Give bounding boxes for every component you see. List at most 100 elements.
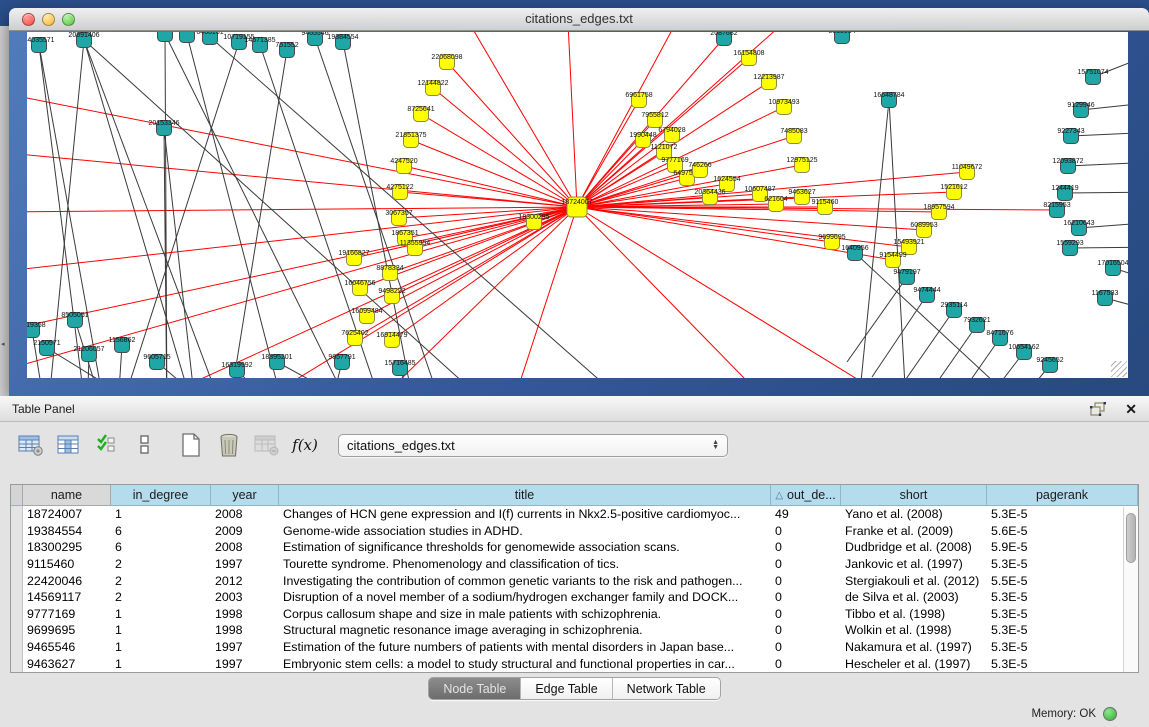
citation-edge-red[interactable] xyxy=(27,207,577,272)
panel-collapse-handle[interactable]: ◂ xyxy=(1,340,5,348)
cell-short: Jankovic et al. (1997) xyxy=(841,556,987,573)
citation-edge-black[interactable] xyxy=(187,35,287,378)
citation-edge-black[interactable] xyxy=(855,253,1037,378)
citation-edge-red[interactable] xyxy=(457,32,577,207)
cell-title: Embryonic stem cells: a model to study s… xyxy=(279,655,771,672)
graph-node-label: 9465546 xyxy=(301,32,328,37)
citation-edge-red[interactable] xyxy=(567,32,577,207)
cell-name: 14569117 xyxy=(23,589,111,606)
graph-node-label: 9227343 xyxy=(1057,128,1084,135)
row-gutter xyxy=(11,606,23,623)
new-table-icon[interactable] xyxy=(178,432,204,458)
table-row[interactable]: 946362711997Embryonic stem cells: a mode… xyxy=(11,655,1138,672)
graph-node-label: 1867351 xyxy=(391,230,418,237)
select-rows-checklist-icon[interactable] xyxy=(94,432,120,458)
citation-edge-red[interactable] xyxy=(415,207,577,248)
tab-network-table[interactable]: Network Table xyxy=(613,678,720,699)
citation-edge-black[interactable] xyxy=(857,100,889,378)
citation-edge-red[interactable] xyxy=(433,88,577,207)
table-settings-icon[interactable] xyxy=(18,432,44,458)
graph-node-label: 16319992 xyxy=(221,362,252,369)
column-header-year[interactable]: year xyxy=(211,485,279,506)
citation-edge-black[interactable] xyxy=(277,362,387,378)
column-header-out_degree[interactable]: △out_de... xyxy=(771,485,841,506)
citation-edge-red[interactable] xyxy=(577,207,787,378)
graph-node-label: 16914479 xyxy=(376,332,407,339)
cell-title: Estimation of significance thresholds fo… xyxy=(279,539,771,556)
canvas-resize-grip[interactable] xyxy=(1111,361,1127,377)
citation-edge-red[interactable] xyxy=(27,152,577,207)
citation-edge-red[interactable] xyxy=(577,207,927,378)
delete-table-icon[interactable] xyxy=(216,432,242,458)
float-panel-icon[interactable] xyxy=(1085,396,1111,422)
column-header-short[interactable]: short xyxy=(841,485,987,506)
graph-node-label: 9777169 xyxy=(661,157,688,164)
table-row[interactable]: 2242004622012Investigating the contribut… xyxy=(11,572,1138,589)
cell-in_degree: 2 xyxy=(111,572,211,589)
row-height-icon[interactable] xyxy=(132,432,158,458)
table-row[interactable]: 977716911998Corpus callosum shape and si… xyxy=(11,606,1138,623)
network-canvas[interactable]: 1872400722068098121448228725641218513754… xyxy=(27,32,1128,378)
table-row[interactable]: 969969511998Structural magnetic resonanc… xyxy=(11,622,1138,639)
citation-edge-black[interactable] xyxy=(260,45,387,378)
graph-node-label: 9474444 xyxy=(913,287,940,294)
graph-node-label: 746266 xyxy=(688,162,711,169)
table-row[interactable]: 911546021997Tourette syndrome. Phenomeno… xyxy=(11,556,1138,573)
graph-node-label: 1990448 xyxy=(629,132,656,139)
graph-node-label: 1156862 xyxy=(109,337,136,344)
table-row[interactable]: 1830029562008Estimation of significance … xyxy=(11,539,1138,556)
cell-name: 9115460 xyxy=(23,556,111,573)
citation-edge-black[interactable] xyxy=(165,34,357,378)
side-panel-collapsed[interactable]: ◂ xyxy=(0,26,9,396)
tab-node-table[interactable]: Node Table xyxy=(429,678,521,699)
cell-name: 9777169 xyxy=(23,606,111,623)
column-header-pagerank[interactable]: pagerank xyxy=(987,485,1138,506)
citation-edge-black[interactable] xyxy=(1065,192,1128,193)
table-selector-dropdown[interactable]: citations_edges.txt ▲▼ xyxy=(338,434,728,457)
citation-edge-black[interactable] xyxy=(922,325,977,378)
window-titlebar[interactable]: citations_edges.txt xyxy=(9,8,1149,31)
citation-edge-red[interactable] xyxy=(421,114,577,207)
cell-pagerank: 5.9E-5 xyxy=(987,539,1138,556)
graph-node-label: 12213987 xyxy=(753,74,784,81)
close-window-button[interactable] xyxy=(22,13,35,26)
cell-in_degree: 2 xyxy=(111,589,211,606)
citation-edge-red[interactable] xyxy=(577,207,832,242)
cell-short: Dudbridge et al. (2008) xyxy=(841,539,987,556)
graph-node-label: 9154499 xyxy=(879,252,906,259)
citation-edge-red[interactable] xyxy=(577,207,924,230)
column-header-title[interactable]: title xyxy=(279,485,771,506)
column-header-name[interactable]: name xyxy=(23,485,111,506)
citation-edge-black[interactable] xyxy=(847,277,907,362)
citation-edge-red[interactable] xyxy=(27,207,577,372)
cell-title: Investigating the contribution of common… xyxy=(279,572,771,589)
zoom-window-button[interactable] xyxy=(62,13,75,26)
citation-edge-black[interactable] xyxy=(897,310,954,378)
graph-node-label: 2150571 xyxy=(33,340,60,347)
column-header-in_degree[interactable]: in_degree xyxy=(111,485,211,506)
cell-in_degree: 1 xyxy=(111,622,211,639)
scrollbar-thumb[interactable] xyxy=(1126,513,1136,563)
citation-edge-black[interactable] xyxy=(1070,247,1128,248)
cell-short: Yano et al. (2008) xyxy=(841,506,987,523)
citation-edge-red[interactable] xyxy=(27,207,577,212)
cell-short: Hescheler et al. (1997) xyxy=(841,655,987,672)
select-column-icon[interactable] xyxy=(56,432,82,458)
citation-edge-black[interactable] xyxy=(947,338,1000,378)
tab-edge-table[interactable]: Edge Table xyxy=(521,678,612,699)
cell-year: 2008 xyxy=(211,506,279,523)
table-row[interactable]: 946554611997Estimation of the future num… xyxy=(11,639,1138,656)
table-vertical-scrollbar[interactable] xyxy=(1123,507,1138,672)
table-row[interactable]: 1456911722003Disruption of a novel membe… xyxy=(11,589,1138,606)
minimize-window-button[interactable] xyxy=(42,13,55,26)
graph-node-label: 8471676 xyxy=(986,330,1013,337)
function-builder-icon[interactable]: f(x) xyxy=(292,432,318,458)
citation-edge-red[interactable] xyxy=(577,207,909,247)
close-panel-icon[interactable]: ✕ xyxy=(1125,402,1137,416)
cell-name: 22420046 xyxy=(23,572,111,589)
citation-edge-black[interactable] xyxy=(872,295,927,377)
graph-node[interactable] xyxy=(158,32,173,42)
cell-name: 19384554 xyxy=(23,523,111,540)
table-row[interactable]: 1872400712008Changes of HCN gene express… xyxy=(11,506,1138,523)
table-row[interactable]: 1938455462009Genome-wide association stu… xyxy=(11,523,1138,540)
